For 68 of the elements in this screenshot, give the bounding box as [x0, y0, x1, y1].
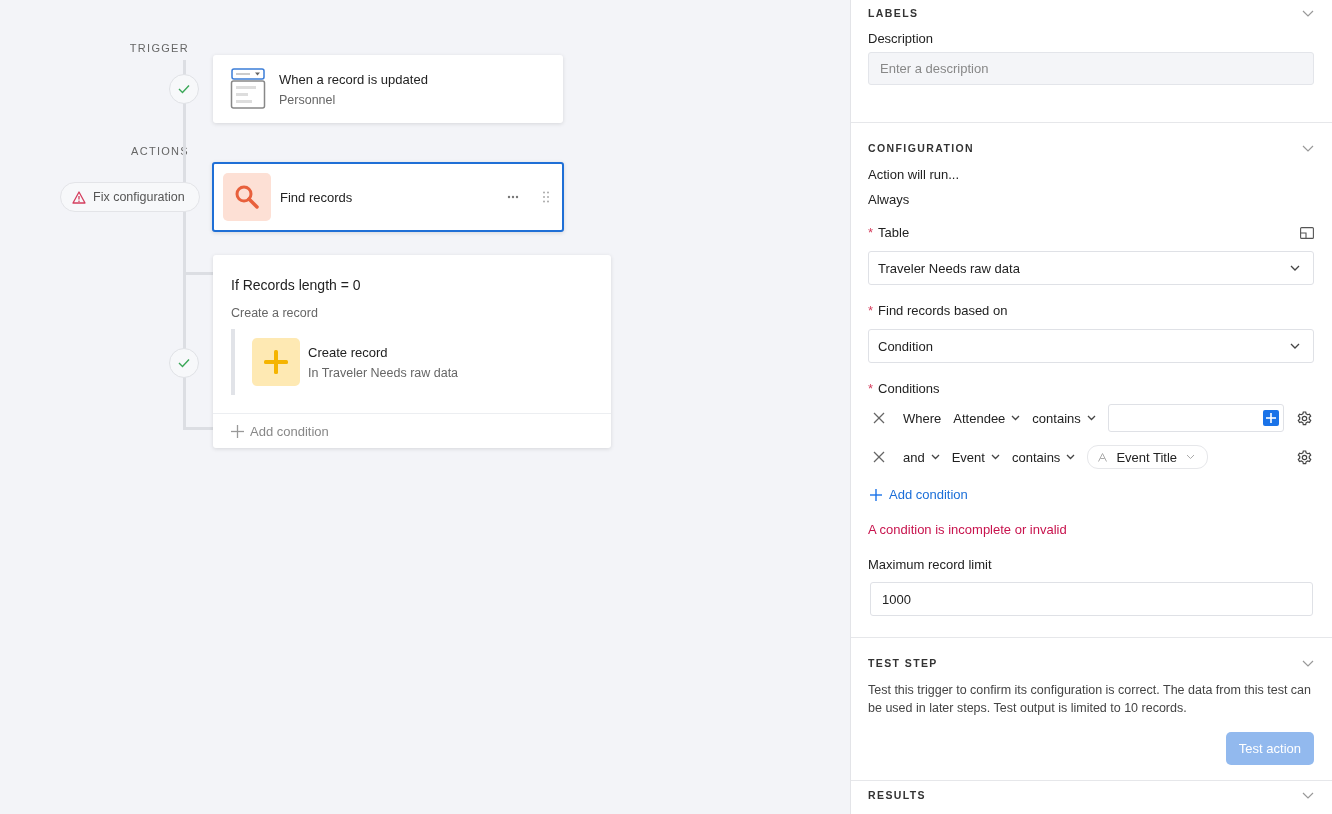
value-field[interactable] [1107, 404, 1284, 432]
plus-icon [231, 424, 244, 438]
form-icon [230, 68, 266, 110]
card-subtitle: In Traveler Needs raw data [308, 365, 459, 380]
add-icon[interactable] [1262, 410, 1279, 426]
operator-dropdown[interactable]: contains [1032, 410, 1096, 426]
check-icon [178, 358, 190, 368]
field-value: Always [868, 192, 911, 207]
field-label: Maximum record limit [868, 557, 993, 572]
field-dropdown[interactable]: Event [951, 449, 1000, 465]
action-card[interactable]: Find records [212, 162, 564, 232]
condition-title: If Records length = 0 [231, 277, 362, 293]
text-field-icon [1098, 452, 1108, 462]
chevron-down-icon [930, 454, 940, 460]
search-icon [223, 173, 271, 221]
chevron-down-icon [1086, 415, 1096, 421]
section-title: CONFIGURATION [868, 142, 975, 154]
operator-dropdown[interactable]: contains [1011, 449, 1076, 465]
field-label: * Table [868, 225, 910, 240]
field-label: * Conditions [868, 381, 940, 396]
card-title: Create record [308, 344, 389, 360]
section-title: TEST STEP [868, 657, 938, 669]
card-subtitle: Personnel [279, 92, 337, 107]
check-icon [178, 84, 190, 94]
section-title: LABELS [868, 7, 919, 19]
conjunction-label: Where [903, 410, 942, 426]
section-title: RESULTS [868, 789, 927, 801]
card-title: Find records [280, 189, 354, 205]
trigger-card[interactable]: When a record is updated Personnel [213, 55, 563, 123]
chevron-down-icon [990, 454, 1000, 460]
plus-icon [252, 338, 300, 386]
section-label: TRIGGER [128, 42, 189, 55]
collapse-chevron-icon[interactable] [1302, 9, 1314, 17]
expand-icon[interactable] [1300, 226, 1314, 239]
more-icon[interactable] [507, 195, 519, 199]
dropdown[interactable]: Condition [868, 329, 1314, 363]
remove-icon[interactable] [873, 412, 885, 424]
field-label: Description [868, 31, 935, 46]
chevron-down-icon [1186, 454, 1196, 460]
chevron-down-icon [1290, 343, 1300, 349]
add-condition-button[interactable]: Add condition [213, 413, 611, 448]
settings-icon[interactable] [1297, 449, 1312, 465]
field-label: Action will run... [868, 167, 961, 182]
collapse-chevron-icon[interactable] [1302, 659, 1314, 667]
settings-icon[interactable] [1297, 410, 1312, 426]
dropdown[interactable]: Traveler Needs raw data [868, 251, 1314, 285]
error-message: A condition is incomplete or invalid [868, 522, 1068, 537]
fix-configuration-button[interactable]: Fix configuration [60, 182, 200, 212]
chevron-down-icon [1066, 454, 1076, 460]
description-field[interactable]: Enter a description [868, 52, 1314, 85]
remove-icon[interactable] [873, 451, 885, 463]
warning-icon [72, 190, 86, 204]
conjunction-dropdown[interactable]: and [903, 449, 940, 465]
collapse-chevron-icon[interactable] [1302, 144, 1314, 152]
field-label: * Find records based on [868, 303, 1008, 318]
nested-step[interactable]: Create record In Traveler Needs raw data [231, 329, 593, 395]
field-dropdown[interactable]: Attendee [953, 410, 1021, 426]
collapse-chevron-icon[interactable] [1302, 791, 1314, 799]
add-condition-button[interactable]: Add condition [870, 487, 1314, 502]
card-title: When a record is updated [279, 71, 428, 87]
chevron-down-icon [1290, 265, 1300, 271]
plus-icon [870, 488, 882, 501]
chevron-down-icon [1011, 415, 1021, 421]
drag-handle-icon[interactable] [543, 191, 549, 203]
record-limit-field[interactable]: 1000 [870, 582, 1313, 616]
test-description: Test this trigger to confirm its configuration is correct. The data from this test can be used in later steps. Test output is limited to 10 records. [868, 682, 1312, 717]
condition-subtitle: Create a record [231, 306, 319, 320]
value-token[interactable]: Event Title [1087, 445, 1209, 469]
